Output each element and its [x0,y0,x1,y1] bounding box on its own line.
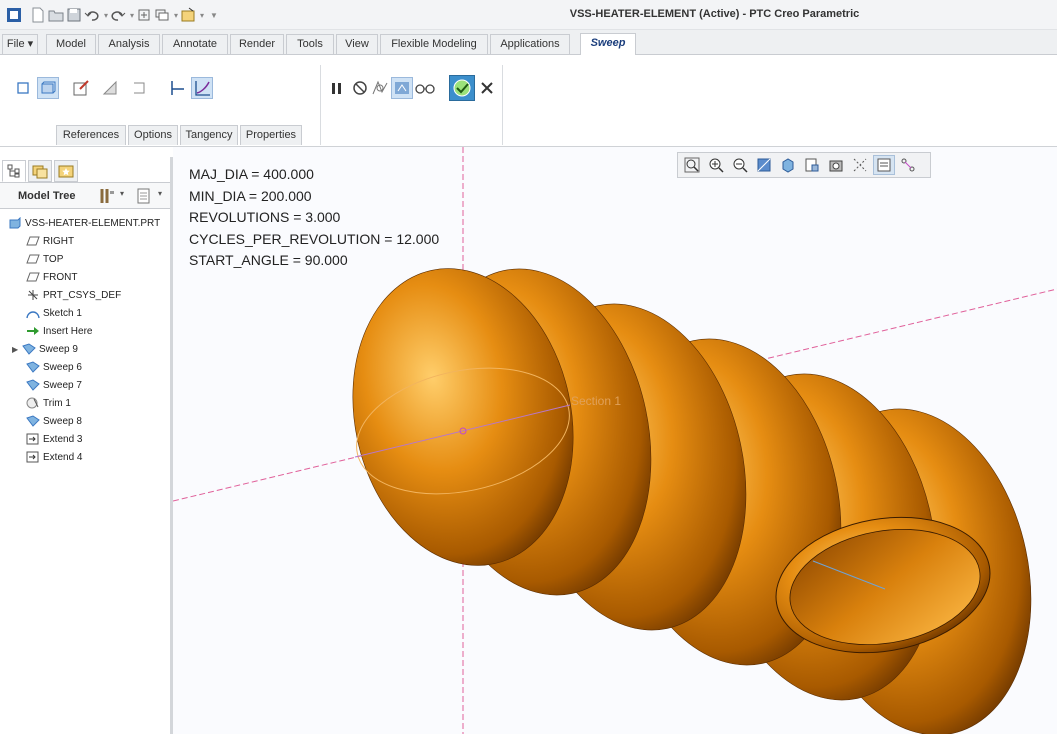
section-label: Section 1 [571,394,621,408]
thicken-icon[interactable] [128,77,150,99]
tree-item-sweep-6[interactable]: Sweep 6 [26,360,82,376]
trim-icon [26,397,40,409]
glasses-icon[interactable] [414,77,436,99]
tree-item-sweep-9[interactable]: ▶ Sweep 9 [12,342,78,358]
param-cycles-per-revolution: CYCLES_PER_REVOLUTION = 12.000 [189,230,440,247]
tree-item-sketch-1[interactable]: Sketch 1 [26,306,82,322]
sweep-icon [26,379,40,392]
tab-annotate[interactable]: Annotate [162,34,228,54]
solid-icon[interactable] [12,77,34,99]
insert-arrow-icon [26,325,40,337]
view-toolbar [677,152,931,178]
folder-browser-tab-icon[interactable] [28,160,52,182]
subtab-options[interactable]: Options [128,125,178,145]
subtab-tangency[interactable]: Tangency [180,125,238,145]
tab-file[interactable]: File ▾ [2,34,38,54]
subtab-references[interactable]: References [56,125,126,145]
tab-model[interactable]: Model [46,34,96,54]
cancel-icon[interactable] [476,77,498,99]
model-tree-title: Model Tree [18,190,76,202]
navigator-tabs [0,157,170,183]
tab-view[interactable]: View [336,34,378,54]
datum-plane-icon [26,235,40,247]
csys-icon [26,289,40,301]
tree-settings-icon[interactable] [98,187,116,208]
tree-item-front[interactable]: FRONT [26,270,77,286]
tree-item-csys[interactable]: PRT_CSYS_DEF [26,288,121,304]
ribbon-separator [320,65,321,145]
chevron-down-icon[interactable]: ▾ [120,189,124,198]
verify-icon[interactable] [369,77,391,99]
part-icon [8,217,22,229]
tree-item-sweep-7[interactable]: Sweep 7 [26,378,82,394]
tree-item-extend-3[interactable]: Extend 3 [26,432,82,448]
annotation-display-icon[interactable] [873,155,895,175]
tree-item-trim-1[interactable]: Trim 1 [26,396,71,412]
param-start-angle: START_ANGLE = 90.000 [189,252,348,268]
datum-display-icon[interactable] [849,155,871,175]
sweep-icon [22,343,36,356]
tab-analysis[interactable]: Analysis [98,34,160,54]
tree-item-right[interactable]: RIGHT [26,234,74,250]
model-tree-tab-icon[interactable] [2,160,26,182]
tree-item-part[interactable]: VSS-HEATER-ELEMENT.PRT [8,216,160,232]
tree-item-top[interactable]: TOP [26,252,63,268]
ok-icon[interactable] [449,75,475,101]
model-tree-header: Model Tree ▾ ▾ [0,183,170,209]
parameter-display: MAJ_DIA = 400.000 MIN_DIA = 200.000 REVO… [189,164,439,272]
remove-material-icon[interactable] [99,77,121,99]
pause-icon[interactable] [326,77,348,99]
graphics-window[interactable]: Section 1 MAJ_DIA = 400.000 MIN_DIA = 20… [173,147,1057,734]
favorites-tab-icon[interactable] [54,160,78,182]
title-bar: ▾ ▾ ▾ ▾ ▼ VSS-HEATER-ELEMENT (Active) - … [0,0,1057,30]
datum-plane-icon [26,253,40,265]
saved-orientations-icon[interactable] [801,155,823,175]
sketch-icon[interactable] [70,77,92,99]
tab-applications[interactable]: Applications [490,34,570,54]
navigator-panel: Model Tree ▾ ▾ VSS-HEATER-ELEMENT.PRT RI… [0,157,173,734]
surface-icon[interactable] [37,77,59,99]
sweep-ribbon: References Options Tangency Properties [0,55,1057,147]
refit-icon[interactable] [681,155,703,175]
param-revolutions: REVOLUTIONS = 3.000 [189,209,341,225]
param-maj-dia: MAJ_DIA = 400.000 [189,166,314,182]
variable-section-icon[interactable] [191,77,213,99]
ribbon-tabs: File ▾ Model Analysis Annotate Render To… [0,30,1057,55]
chevron-down-icon[interactable]: ▾ [158,189,162,198]
constant-section-icon[interactable] [166,77,188,99]
zoom-out-icon[interactable] [729,155,751,175]
extend-icon [26,451,40,463]
sketch-icon [26,307,40,319]
tab-flexible-modeling[interactable]: Flexible Modeling [380,34,488,54]
param-min-dia: MIN_DIA = 200.000 [189,187,312,204]
zoom-in-icon[interactable] [705,155,727,175]
extend-icon [26,433,40,445]
window-title: VSS-HEATER-ELEMENT (Active) - PTC Creo P… [569,8,860,20]
attached-preview-icon[interactable] [391,77,413,99]
expand-arrow-icon[interactable]: ▶ [12,342,22,358]
no-preview-icon[interactable] [349,77,371,99]
datum-plane-icon [26,271,40,283]
subtab-properties[interactable]: Properties [240,125,302,145]
tree-item-insert-here[interactable]: Insert Here [26,324,92,340]
tree-item-extend-4[interactable]: Extend 4 [26,450,82,466]
spin-center-icon[interactable] [897,155,919,175]
tab-tools[interactable]: Tools [286,34,334,54]
tab-render[interactable]: Render [230,34,284,54]
tree-item-sweep-8[interactable]: Sweep 8 [26,414,82,430]
sweep-icon [26,415,40,428]
tab-sweep[interactable]: Sweep [580,33,636,55]
display-style-icon[interactable] [777,155,799,175]
repaint-icon[interactable] [753,155,775,175]
sweep-icon [26,361,40,374]
view-manager-icon[interactable] [825,155,847,175]
show-icon[interactable] [136,187,152,208]
ribbon-separator [502,65,503,145]
